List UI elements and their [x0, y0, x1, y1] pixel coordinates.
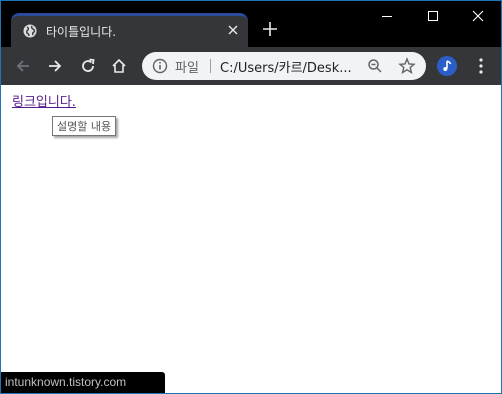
music-note-icon: [443, 60, 452, 71]
maximize-icon[interactable]: [424, 7, 442, 25]
globe-icon: [23, 24, 37, 38]
file-chip[interactable]: 파일: [175, 57, 199, 76]
address-bar[interactable]: 파일 C:/Users/카르/Desk...: [142, 52, 426, 80]
info-icon[interactable]: [152, 58, 168, 74]
tab-close-icon[interactable]: [226, 23, 240, 37]
tab-title: 타이틀입니다.: [46, 25, 117, 39]
url-text[interactable]: C:/Users/카르/Desk...: [220, 57, 352, 76]
tab-strip: 타이틀입니다.: [1, 1, 501, 47]
close-icon[interactable]: [469, 7, 487, 25]
page-link[interactable]: 링크입니다.: [12, 91, 76, 110]
profile-avatar[interactable]: [437, 56, 457, 76]
zoom-out-icon[interactable]: [367, 58, 383, 74]
new-tab-icon[interactable]: [262, 21, 278, 37]
status-bar: intunknown.tistory.com: [1, 372, 165, 393]
page-content: 링크입니다. 설명할 내용: [1, 85, 501, 393]
menu-kebab-icon[interactable]: [478, 57, 484, 75]
browser-window: 타이틀입니다. 파일 C:/Users/카르/Desk... 링크입니다. 설명…: [0, 0, 502, 394]
reload-icon[interactable]: [79, 57, 97, 75]
back-icon[interactable]: [14, 57, 32, 75]
minimize-icon[interactable]: [378, 7, 396, 25]
bookmark-star-icon[interactable]: [398, 57, 416, 75]
link-tooltip: 설명할 내용: [52, 116, 117, 136]
home-icon[interactable]: [110, 57, 128, 75]
status-url: intunknown.tistory.com: [5, 375, 127, 389]
divider: [210, 59, 211, 73]
tab-active[interactable]: 타이틀입니다.: [11, 13, 248, 47]
toolbar: 파일 C:/Users/카르/Desk...: [1, 47, 501, 85]
forward-icon[interactable]: [46, 57, 64, 75]
